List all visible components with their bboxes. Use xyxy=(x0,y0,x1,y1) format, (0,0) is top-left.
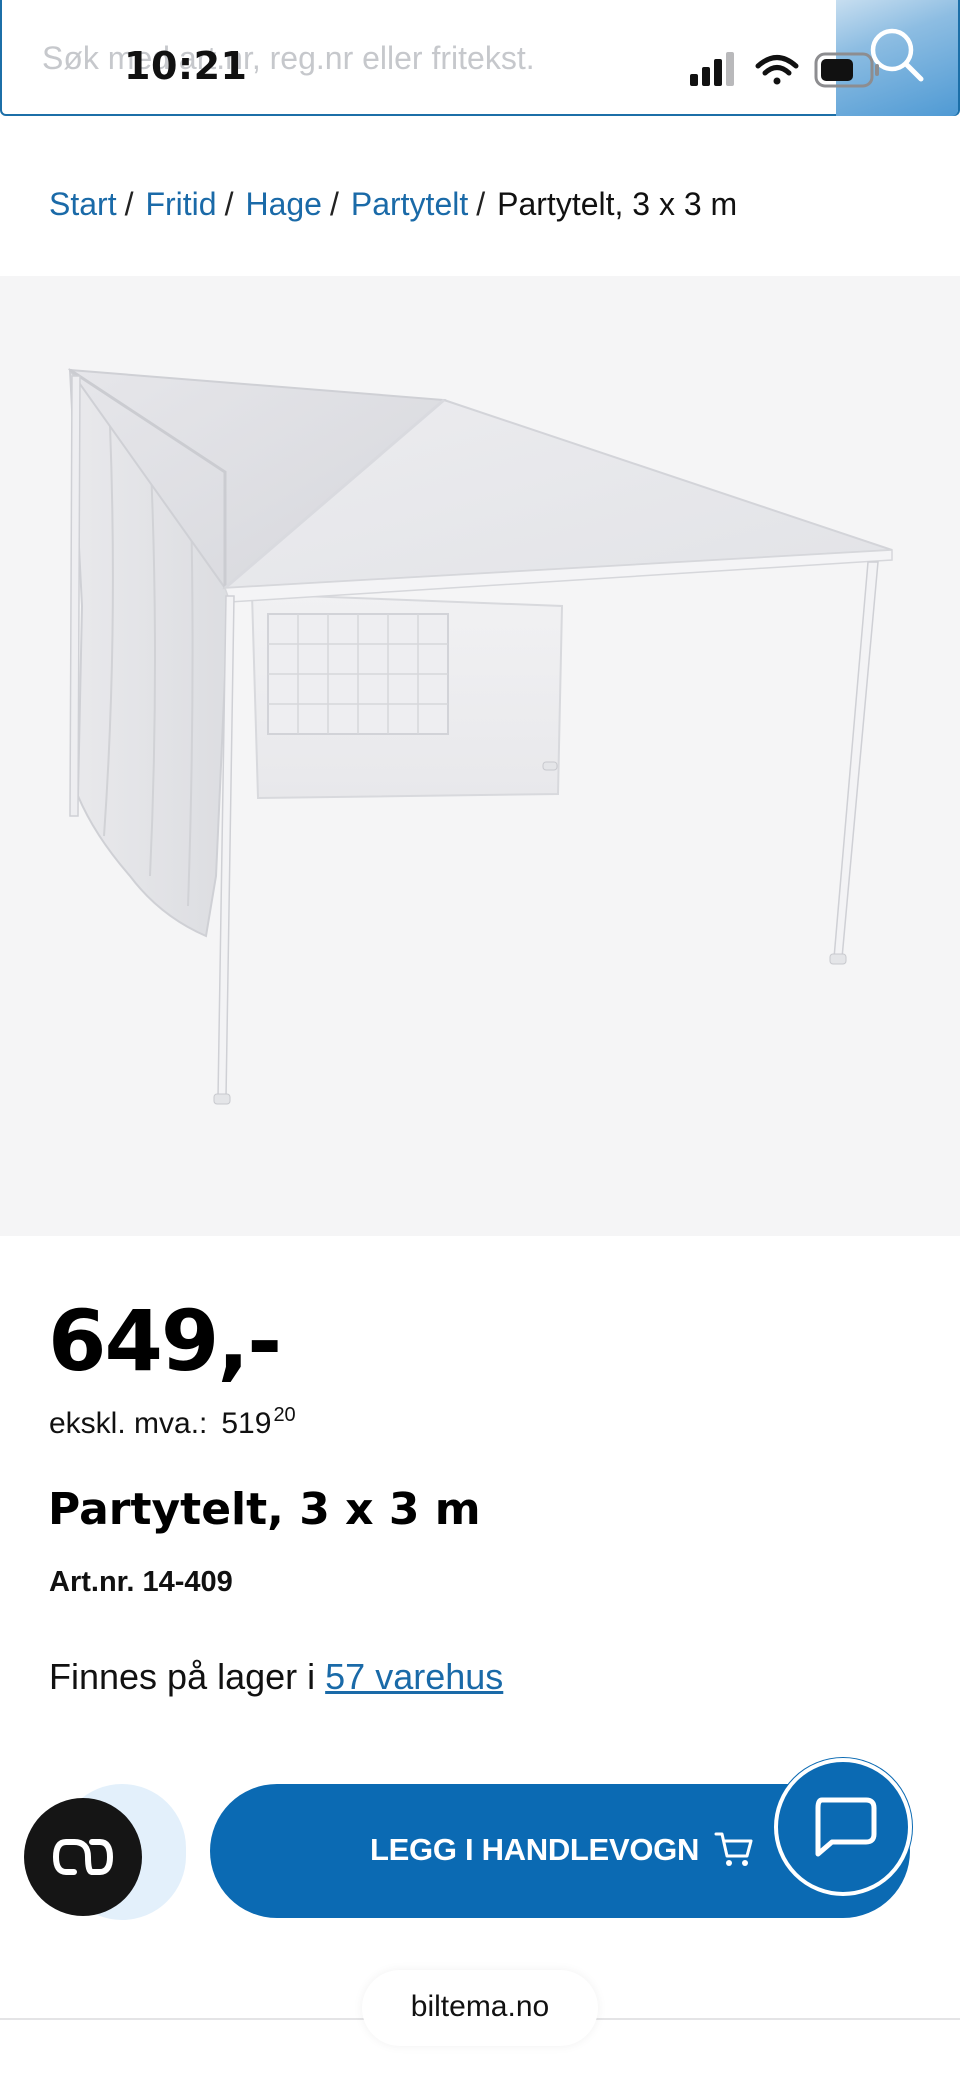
url-bar[interactable]: biltema.no xyxy=(362,1970,598,2046)
breadcrumb-separator: / xyxy=(124,186,134,222)
breadcrumb-hage[interactable]: Hage xyxy=(245,186,322,222)
cookie-consent-button[interactable] xyxy=(24,1798,142,1916)
chat-icon xyxy=(815,1797,877,1857)
breadcrumb-current: Partytelt, 3 x 3 m xyxy=(497,186,738,222)
status-icons xyxy=(690,52,879,88)
cart-icon xyxy=(714,1832,753,1866)
breadcrumb-start[interactable]: Start xyxy=(49,186,117,222)
product-image[interactable] xyxy=(0,276,960,1236)
breadcrumb-fritid[interactable]: Fritid xyxy=(145,186,216,222)
add-to-cart-label: LEGG I HANDLEVOGN xyxy=(370,1832,700,1867)
wifi-icon xyxy=(755,55,799,85)
article-number: Art.nr. 14-409 xyxy=(49,1566,233,1598)
stock-text: Finnes på lager i xyxy=(49,1656,326,1697)
status-time: 10:21 xyxy=(124,44,248,88)
breadcrumb: Start / Fritid / Hage / Partytelt / Partytelt, 3… xyxy=(49,186,737,223)
url-text: biltema.no xyxy=(410,1990,550,2023)
ex-vat-label: ekskl. mva.: xyxy=(49,1407,208,1440)
stock-info: Finnes på lager i 57 varehus xyxy=(49,1656,503,1698)
ex-vat-value: 519 xyxy=(221,1407,272,1440)
price-ex-vat: ekskl. mva.: 519 20 xyxy=(49,1404,296,1441)
breadcrumb-separator: / xyxy=(476,186,486,222)
cookie-consent-icon xyxy=(52,1839,114,1875)
stores-link[interactable]: 57 varehus xyxy=(325,1656,503,1697)
chat-button[interactable] xyxy=(774,1758,912,1896)
signal-icon xyxy=(690,52,734,86)
product-title: Partytelt, 3 x 3 m xyxy=(48,1484,481,1535)
product-price: 649,- xyxy=(48,1292,282,1390)
breadcrumb-separator: / xyxy=(329,186,339,222)
party-tent-image xyxy=(67,368,893,1105)
breadcrumb-partytelt[interactable]: Partytelt xyxy=(351,186,468,222)
ex-vat-cents: 20 xyxy=(273,1404,296,1426)
battery-icon xyxy=(814,52,879,88)
breadcrumb-separator: / xyxy=(224,186,234,222)
